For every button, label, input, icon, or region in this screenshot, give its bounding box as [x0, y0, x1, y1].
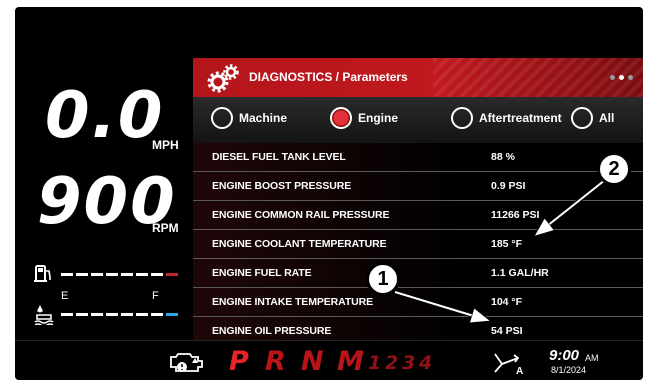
callout-arrows	[394, 178, 607, 387]
callout-marker-2: 2	[597, 152, 631, 186]
callout-marker-1: 1	[366, 262, 400, 296]
